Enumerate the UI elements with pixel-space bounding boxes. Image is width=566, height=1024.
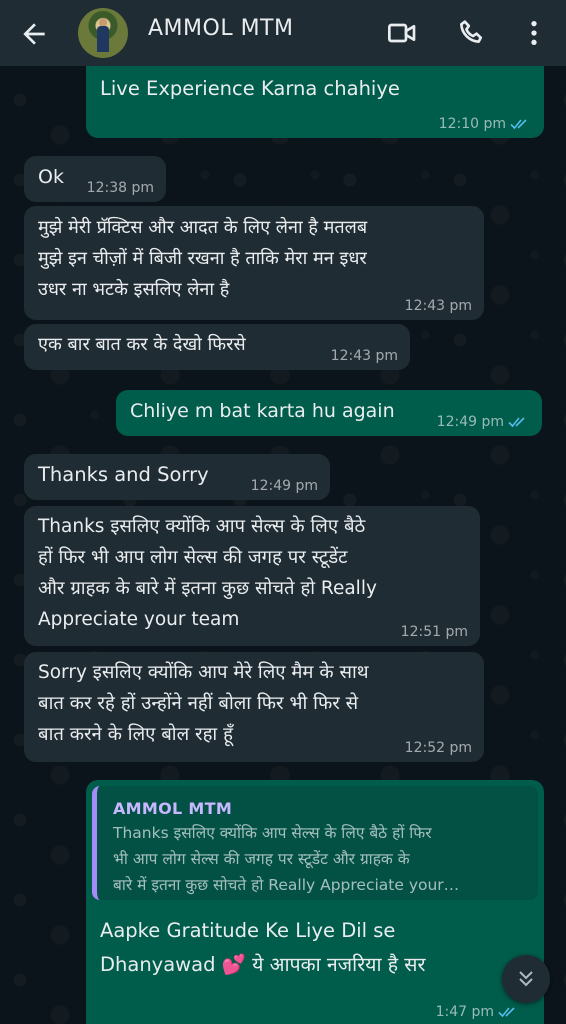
message-text: Live Experience Karna chahiye — [100, 77, 400, 100]
read-ticks-icon — [498, 1007, 515, 1018]
back-arrow-icon[interactable] — [18, 18, 50, 50]
message-text: Thanks इसलिए क्योंकि आप सेल्स के लिए बैठ… — [38, 516, 377, 630]
message-text: Sorry इसलिए क्योंकि आप मेरे लिए मैम के स… — [38, 662, 369, 745]
message-time: 12:49 pm — [437, 414, 530, 430]
message-time: 12:38 pm — [86, 180, 154, 196]
message-bubble-outgoing[interactable]: Chliye m bat karta hu again 12:49 pm — [116, 390, 542, 436]
chat-header: AMMOL MTM — [0, 0, 566, 66]
message-time: 12:10 pm — [439, 116, 532, 132]
message-text: मुझे मेरी प्रॅक्टिस और आदत के लिए लेना ह… — [38, 217, 368, 300]
message-bubble-incoming[interactable]: एक बार बात कर के देखो फिरसे 12:43 pm — [24, 324, 410, 370]
scroll-to-bottom-button[interactable] — [502, 955, 550, 1003]
message-time: 12:49 pm — [250, 478, 318, 494]
read-ticks-icon — [510, 119, 527, 130]
message-text: Aapke Gratitude Ke Liye Dil se Dhanyawad… — [100, 919, 426, 976]
message-bubble-incoming[interactable]: Thanks इसलिए क्योंकि आप सेल्स के लिए बैठ… — [24, 506, 480, 646]
message-time: 12:51 pm — [400, 624, 468, 640]
message-time: 12:43 pm — [330, 348, 398, 364]
avatar[interactable] — [78, 8, 128, 58]
more-options-icon[interactable] — [518, 17, 550, 49]
read-ticks-icon — [508, 417, 525, 428]
message-bubble-incoming[interactable]: Ok 12:38 pm — [24, 156, 166, 202]
contact-name[interactable]: AMMOL MTM — [148, 16, 293, 41]
message-time: 12:43 pm — [404, 298, 472, 314]
scroll-down-icon — [519, 971, 533, 987]
message-time: 1:47 pm — [436, 1004, 520, 1020]
message-time: 12:52 pm — [404, 740, 472, 756]
message-bubble-outgoing[interactable]: Live Experience Karna chahiye 12:10 pm — [86, 66, 544, 138]
voice-call-icon[interactable] — [456, 17, 488, 49]
quoted-message[interactable]: AMMOL MTM Thanks इसलिए क्योंकि आप सेल्स … — [92, 786, 538, 900]
message-bubble-incoming[interactable]: Sorry इसलिए क्योंकि आप मेरे लिए मैम के स… — [24, 652, 484, 762]
video-call-icon[interactable] — [386, 17, 418, 49]
quoted-text: Thanks इसलिए क्योंकि आप सेल्स के लिए बैठ… — [113, 824, 460, 894]
message-bubble-outgoing-reply[interactable]: AMMOL MTM Thanks इसलिए क्योंकि आप सेल्स … — [86, 780, 544, 1024]
message-bubble-incoming[interactable]: मुझे मेरी प्रॅक्टिस और आदत के लिए लेना ह… — [24, 206, 484, 320]
message-bubble-incoming[interactable]: Thanks and Sorry 12:49 pm — [24, 454, 330, 500]
